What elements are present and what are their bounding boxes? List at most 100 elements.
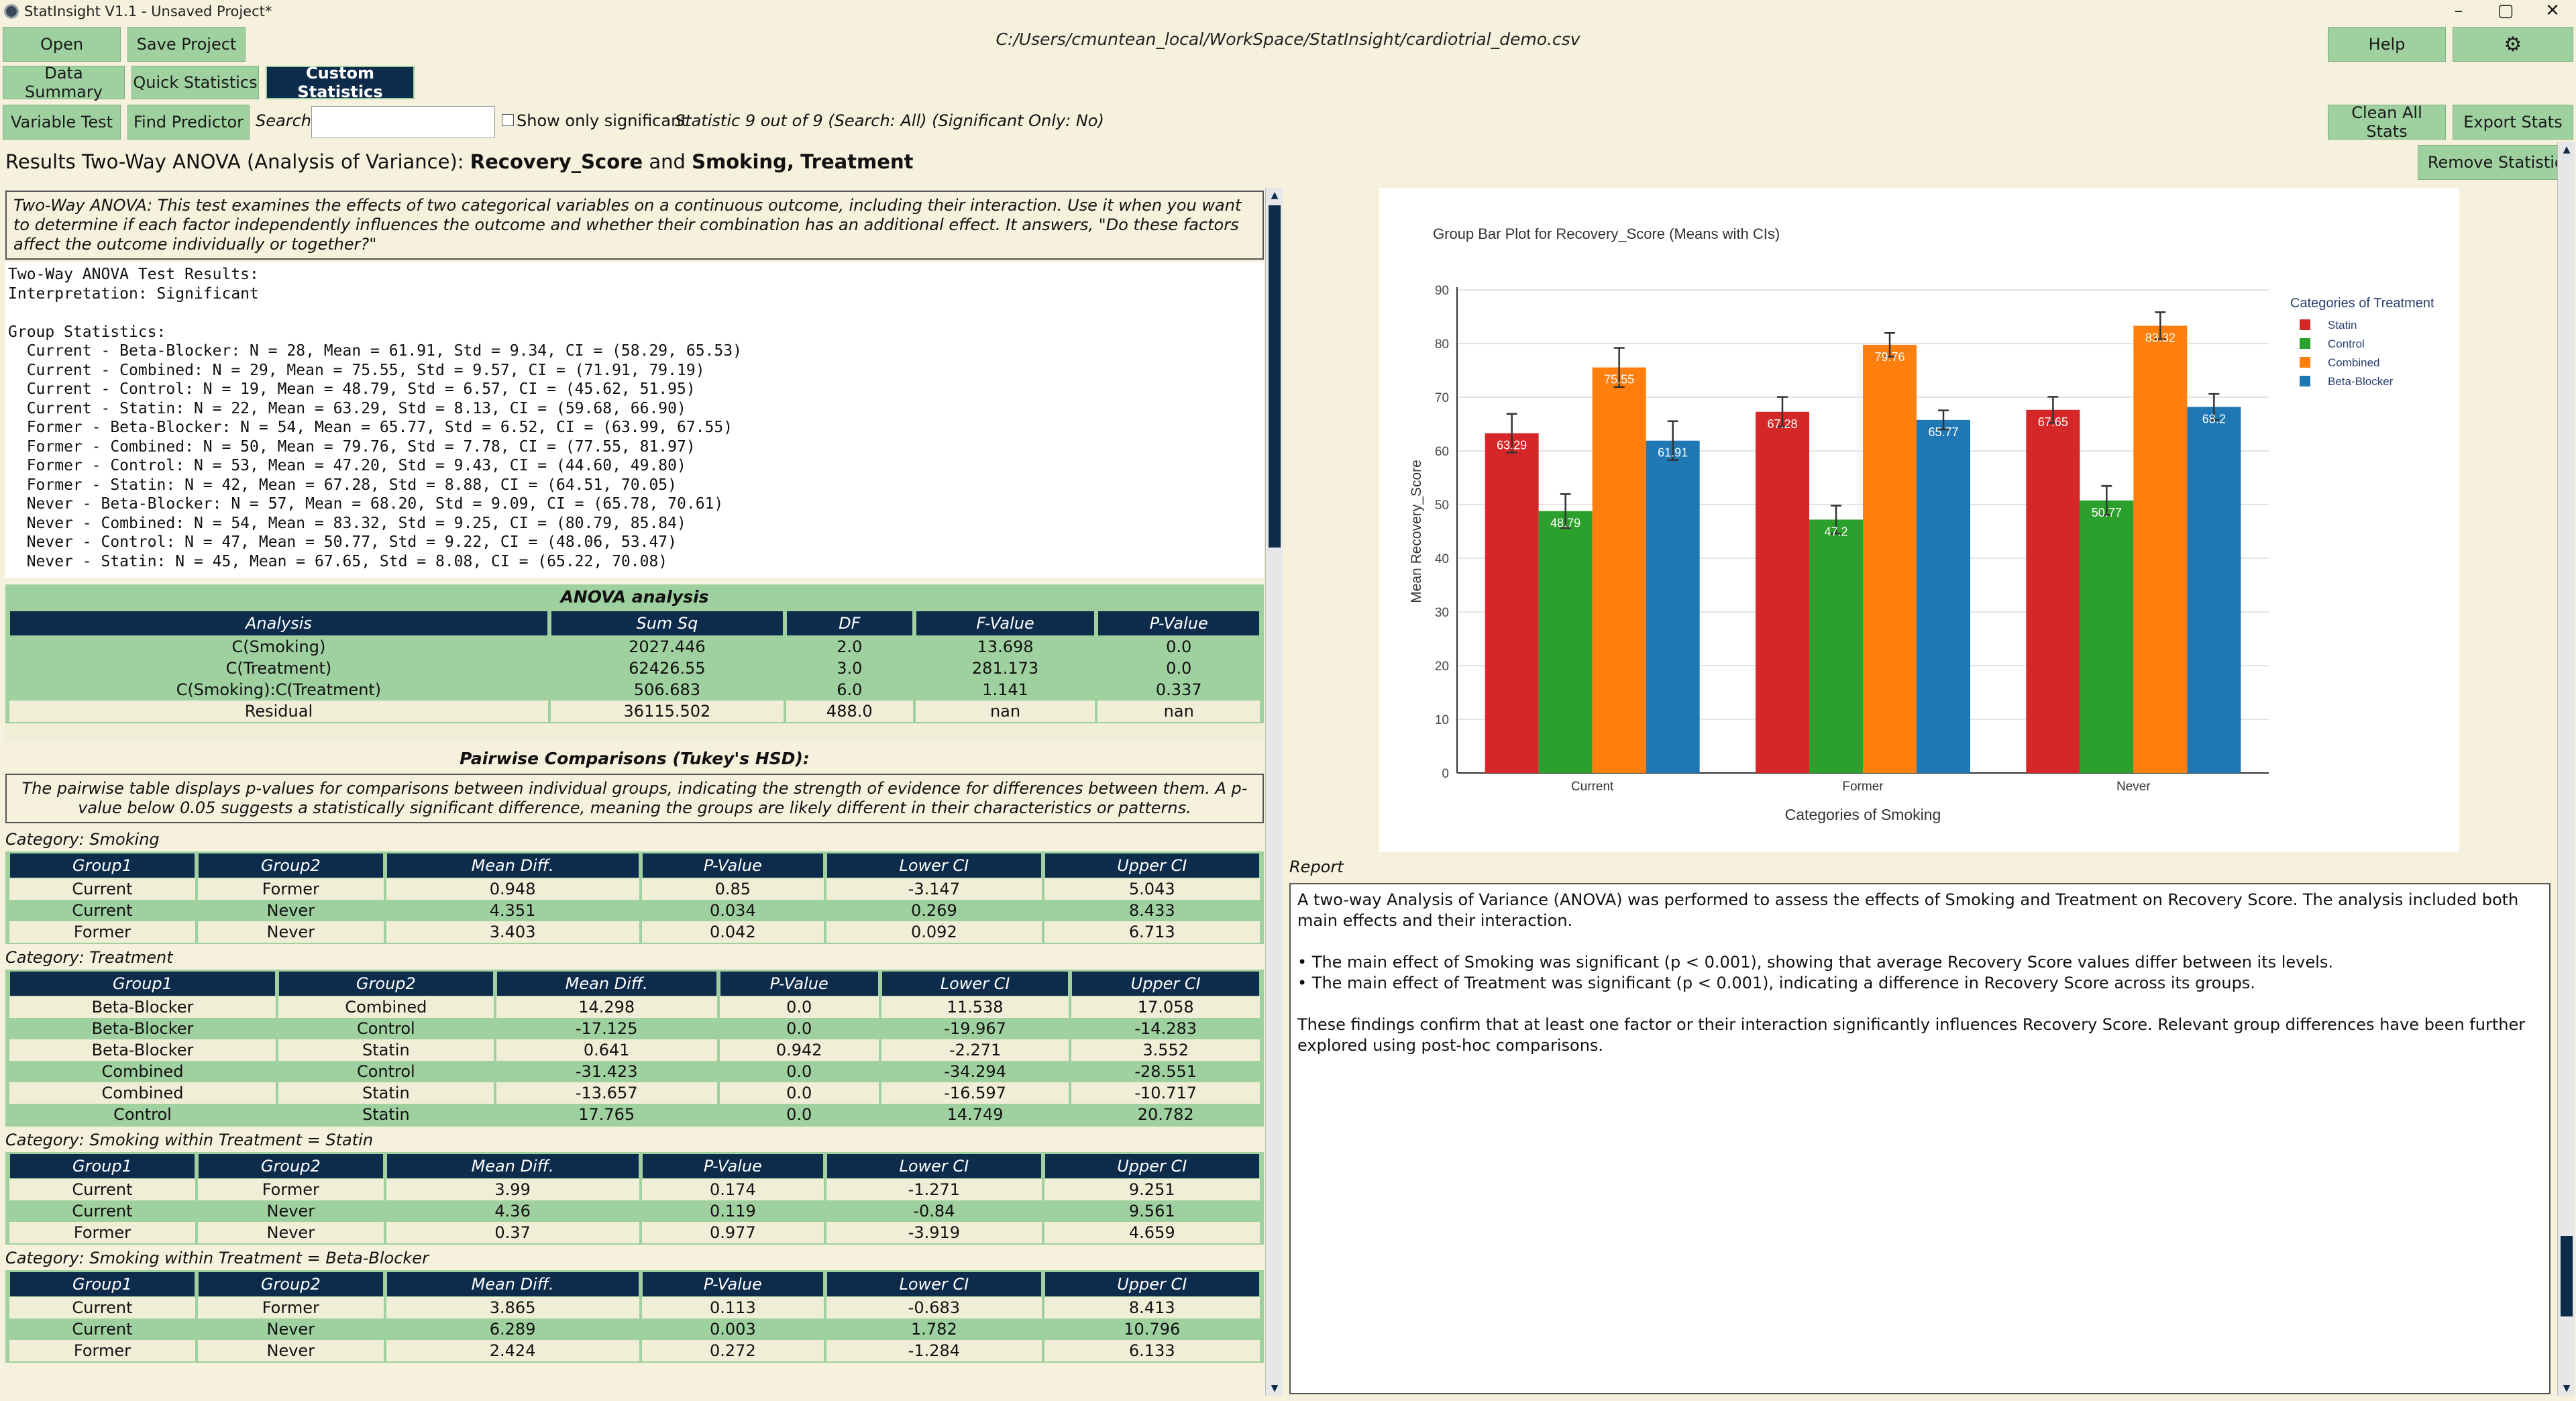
legend-label-combined: Combined — [2328, 356, 2380, 369]
table-cell: Former — [197, 1179, 384, 1200]
x-tick-label: Never — [2116, 780, 2151, 794]
table-cell: C(Smoking):C(Treatment) — [9, 679, 548, 701]
table-cell: Statin — [278, 1082, 494, 1104]
table-cell: Never — [197, 1222, 384, 1243]
pairwise-table-wrap: Group1 Group2 Mean Diff. P-Value Lower CI Upp… — [5, 851, 1264, 944]
table-cell: Control — [278, 1061, 494, 1082]
table-cell: Never — [197, 1318, 384, 1340]
show-significant-checkbox[interactable] — [502, 114, 514, 126]
pairwise-table-wrap: Group1 Group2 Mean Diff. P-Value Lower CI Upp… — [5, 1152, 1264, 1245]
search-input[interactable] — [311, 106, 495, 138]
help-button[interactable]: Help — [2328, 27, 2446, 62]
tab-data-summary[interactable]: Data Summary — [3, 64, 125, 101]
table-cell: 1.141 — [915, 679, 1095, 701]
factor-variable-1: Smoking — [692, 150, 787, 173]
table-cell: 6.713 — [1044, 921, 1260, 943]
right-scroll-up-icon[interactable]: ▲ — [2558, 142, 2575, 157]
right-scroll-thumb[interactable] — [2561, 1236, 2573, 1316]
anova-header-cell: P-Value — [1097, 611, 1260, 636]
clean-all-stats-button[interactable]: Clean All Stats — [2328, 103, 2446, 141]
scroll-up-icon[interactable]: ▲ — [1266, 188, 1283, 203]
table-cell: 6.289 — [386, 1318, 639, 1340]
table-cell: Control — [9, 1104, 276, 1125]
report-bullet-2: • The main effect of Treatment was signi… — [1297, 974, 2255, 992]
table-cell: 0.37 — [386, 1222, 639, 1243]
data-label: 67.65 — [2038, 415, 2068, 429]
right-scroll-down-icon[interactable]: ▼ — [2558, 1381, 2575, 1396]
table-cell: 14.749 — [881, 1104, 1069, 1125]
pairwise-header-cell: Upper CI — [1044, 1153, 1260, 1179]
tab-custom-statistics[interactable]: Custom Statistics — [266, 64, 415, 101]
table-cell: 62426.55 — [550, 658, 784, 679]
table-row: Beta-Blocker Statin 0.641 0.942 -2.271 3.552 — [9, 1039, 1260, 1061]
maximize-icon[interactable]: ▢ — [2482, 0, 2529, 23]
data-label: 65.77 — [1928, 425, 1958, 439]
results-scrollbar[interactable]: ▲ ▼ — [1265, 188, 1283, 1396]
table-cell: -3.147 — [826, 878, 1042, 900]
table-cell: -1.284 — [826, 1340, 1042, 1361]
scroll-thumb[interactable] — [1269, 205, 1281, 548]
bar-control-never — [2080, 500, 2134, 773]
close-icon[interactable]: ✕ — [2529, 0, 2576, 23]
pairwise-table: Group1 Group2 Mean Diff. P-Value Lower CI Upp… — [7, 1153, 1263, 1243]
bar-statin-former — [1756, 411, 1809, 773]
table-header-row: Group1 Group2 Mean Diff. P-Value Lower CI Upp… — [9, 971, 1260, 996]
table-cell: nan — [1097, 701, 1260, 722]
right-scrollbar[interactable]: ▲ ▼ — [2557, 142, 2575, 1396]
table-row: Former Never 3.403 0.042 0.092 6.713 — [9, 921, 1260, 943]
bar-combined-former — [1863, 344, 1917, 773]
table-cell: 0.85 — [641, 878, 824, 900]
pairwise-table-wrap: Group1 Group2 Mean Diff. P-Value Lower CI Upp… — [5, 1270, 1264, 1363]
table-cell: Beta-Blocker — [9, 1039, 276, 1061]
save-project-button[interactable]: Save Project — [127, 27, 246, 62]
y-tick-label: 70 — [1435, 391, 1449, 405]
table-cell: Current — [9, 878, 195, 900]
variable-test-button[interactable]: Variable Test — [3, 105, 121, 140]
pairwise-heading: Pairwise Comparisons (Tukey's HSD): — [5, 746, 1264, 771]
table-cell: C(Smoking) — [9, 636, 548, 658]
report-label: Report — [1289, 858, 1344, 876]
tab-quick-statistics[interactable]: Quick Statistics — [131, 66, 259, 99]
table-cell: Combined — [9, 1061, 276, 1082]
table-cell: 0.0 — [1097, 636, 1260, 658]
pairwise-header-cell: P-Value — [719, 971, 879, 996]
app-logo-icon — [4, 4, 19, 19]
pairwise-header-cell: Mean Diff. — [386, 1272, 639, 1297]
results-panel[interactable]: Two-Way ANOVA: This test examines the ef… — [4, 188, 1265, 1396]
table-cell: 8.413 — [1044, 1297, 1260, 1318]
table-cell: 0.119 — [641, 1200, 824, 1222]
table-cell: -0.84 — [826, 1200, 1042, 1222]
x-tick-label: Former — [1842, 780, 1884, 794]
test-output-text: Two-Way ANOVA Test Results: Interpretati… — [5, 262, 1264, 578]
data-label: 47.2 — [1824, 525, 1847, 538]
table-cell: 6.133 — [1044, 1340, 1260, 1361]
window-title: StatInsight V1.1 - Unsaved Project* — [24, 3, 272, 19]
pairwise-header-cell: Group1 — [9, 1153, 195, 1179]
y-tick-label: 80 — [1435, 338, 1449, 352]
bar-statin-never — [2026, 409, 2080, 773]
bar-beta-blocker-current — [1646, 440, 1700, 773]
data-label: 50.77 — [2092, 506, 2122, 519]
pairwise-header-cell: Group2 — [197, 1153, 384, 1179]
scroll-down-icon[interactable]: ▼ — [1266, 1381, 1283, 1396]
table-cell: 2.424 — [386, 1340, 639, 1361]
chart-title: Group Bar Plot for Recovery_Score (Means… — [1433, 225, 1780, 242]
open-button[interactable]: Open — [3, 27, 121, 62]
settings-gear-icon[interactable]: ⚙ — [2453, 27, 2573, 62]
remove-statistic-button[interactable]: Remove Statistic — [2418, 145, 2573, 180]
y-tick-label: 60 — [1435, 445, 1449, 459]
data-label: 79.76 — [1874, 350, 1904, 364]
table-row: Former Never 2.424 0.272 -1.284 6.133 — [9, 1340, 1260, 1361]
find-predictor-button[interactable]: Find Predictor — [127, 105, 250, 140]
table-cell: 20.782 — [1071, 1104, 1260, 1125]
table-cell: 0.0 — [1097, 658, 1260, 679]
table-cell: 2027.446 — [550, 636, 784, 658]
pairwise-category-label: Category: Treatment — [5, 948, 173, 967]
table-row: Current Former 0.948 0.85 -3.147 5.043 — [9, 878, 1260, 900]
table-row: Current Never 4.351 0.034 0.269 8.433 — [9, 900, 1260, 921]
export-stats-button[interactable]: Export Stats — [2453, 105, 2573, 140]
pairwise-header-cell: Group1 — [9, 971, 276, 996]
minimize-icon[interactable]: – — [2435, 0, 2482, 23]
y-tick-label: 50 — [1435, 499, 1449, 513]
table-cell: Combined — [9, 1082, 276, 1104]
